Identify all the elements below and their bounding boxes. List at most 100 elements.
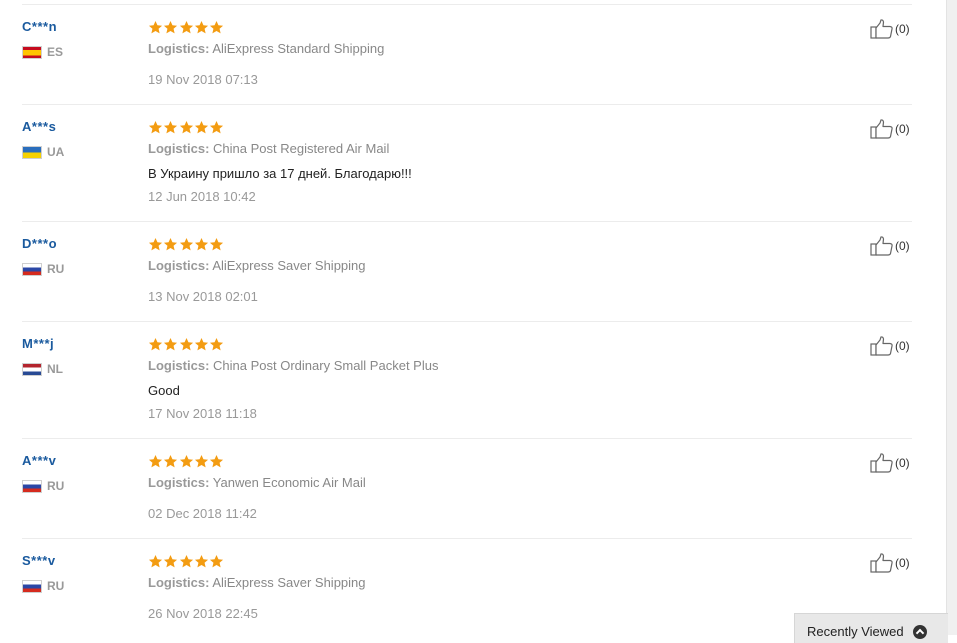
reviewer-country: RU: [22, 578, 64, 594]
recently-viewed-label: Recently Viewed: [807, 624, 904, 639]
helpful-button[interactable]: (0): [870, 553, 910, 573]
logistics-method: AliExpress Saver Shipping: [212, 258, 366, 273]
divider: [22, 438, 912, 439]
country-code: UA: [47, 145, 65, 159]
flag-ru-icon: [22, 479, 42, 493]
recently-viewed-button[interactable]: Recently Viewed: [794, 613, 948, 643]
star-icon: [179, 337, 193, 351]
reviewer-name: C***n: [22, 19, 58, 34]
logistics-info: Logistics: China Post Registered Air Mai…: [148, 141, 389, 156]
star-icon: [164, 554, 178, 568]
helpful-button[interactable]: (0): [870, 336, 910, 356]
reviewer-name: D***o: [22, 236, 58, 251]
divider: [22, 104, 912, 105]
star-rating: [148, 120, 224, 136]
country-code: NL: [47, 362, 63, 376]
star-icon: [210, 337, 224, 351]
flag-nl-icon: [22, 362, 42, 376]
helpful-count: (0): [895, 556, 910, 570]
star-icon: [148, 337, 163, 351]
star-rating: [148, 454, 224, 470]
logistics-info: Logistics: AliExpress Saver Shipping: [148, 258, 366, 273]
chevron-up-icon: [912, 625, 927, 639]
flag-es-icon: [22, 45, 42, 59]
star-icon: [164, 20, 178, 34]
flag-ru-icon: [22, 262, 42, 276]
reviewer-name: A***s: [22, 119, 57, 134]
logistics-info: Logistics: Yanwen Economic Air Mail: [148, 475, 366, 490]
review-date: 02 Dec 2018 11:42: [148, 506, 257, 521]
star-icon: [148, 237, 163, 251]
logistics-method: Yanwen Economic Air Mail: [212, 475, 366, 490]
star-icon: [164, 454, 178, 468]
logistics-info: Logistics: China Post Ordinary Small Pac…: [148, 358, 438, 373]
star-icon: [179, 237, 193, 251]
thumbs-up-icon: [870, 336, 895, 356]
logistics-label: Logistics:: [148, 141, 210, 156]
star-icon: [179, 20, 193, 34]
review-date: 13 Nov 2018 02:01: [148, 289, 258, 304]
review-text: В Украину пришло за 17 дней. Благодарю!!…: [148, 166, 412, 181]
reviewer-country: RU: [22, 478, 64, 494]
star-icon: [164, 120, 178, 134]
star-icon: [210, 554, 224, 568]
flag-ua-icon: [22, 145, 42, 159]
logistics-info: Logistics: AliExpress Standard Shipping: [148, 41, 384, 56]
reviewer-name: A***v: [22, 453, 57, 468]
star-rating: [148, 337, 224, 353]
flag-ru-icon: [22, 579, 42, 593]
reviewer-name: M***j: [22, 336, 55, 351]
reviewer-country: RU: [22, 261, 64, 277]
star-icon: [210, 454, 224, 468]
star-icon: [148, 454, 163, 468]
helpful-button[interactable]: (0): [870, 236, 910, 256]
helpful-button[interactable]: (0): [870, 453, 910, 473]
helpful-count: (0): [895, 456, 910, 470]
logistics-method: AliExpress Standard Shipping: [212, 41, 385, 56]
star-icon: [179, 554, 193, 568]
star-icon: [179, 454, 193, 468]
divider: [22, 321, 912, 322]
helpful-count: (0): [895, 239, 910, 253]
reviewer-country: UA: [22, 144, 64, 160]
divider: [22, 221, 912, 222]
country-code: RU: [47, 479, 65, 493]
logistics-label: Logistics:: [148, 41, 210, 56]
star-icon: [194, 237, 208, 251]
star-icon: [194, 120, 208, 134]
review-text: Good: [148, 383, 180, 398]
page-scrollbar[interactable]: [946, 0, 957, 635]
helpful-button[interactable]: (0): [870, 19, 910, 39]
logistics-label: Logistics:: [148, 258, 210, 273]
reviewer-country: ES: [22, 44, 63, 60]
star-icon: [210, 20, 224, 34]
star-icon: [210, 237, 224, 251]
star-icon: [194, 554, 208, 568]
helpful-button[interactable]: (0): [870, 119, 910, 139]
star-icon: [210, 120, 224, 134]
star-rating: [148, 20, 224, 36]
star-rating: [148, 554, 224, 570]
logistics-label: Logistics:: [148, 475, 210, 490]
divider: [22, 4, 912, 5]
logistics-label: Logistics:: [148, 358, 210, 373]
helpful-count: (0): [895, 122, 910, 136]
review-date: 12 Jun 2018 10:42: [148, 189, 256, 204]
reviewer-name: S***v: [22, 553, 56, 568]
helpful-count: (0): [895, 339, 910, 353]
star-rating: [148, 237, 224, 253]
logistics-info: Logistics: AliExpress Saver Shipping: [148, 575, 366, 590]
logistics-method: China Post Registered Air Mail: [213, 141, 390, 156]
thumbs-up-icon: [870, 19, 895, 39]
logistics-method: AliExpress Saver Shipping: [212, 575, 366, 590]
thumbs-up-icon: [870, 453, 895, 473]
logistics-method: China Post Ordinary Small Packet Plus: [213, 358, 439, 373]
star-icon: [148, 20, 163, 34]
country-code: RU: [47, 579, 65, 593]
country-code: ES: [47, 45, 64, 59]
star-icon: [194, 454, 208, 468]
star-icon: [194, 337, 208, 351]
star-icon: [164, 337, 178, 351]
star-icon: [148, 554, 163, 568]
thumbs-up-icon: [870, 119, 895, 139]
